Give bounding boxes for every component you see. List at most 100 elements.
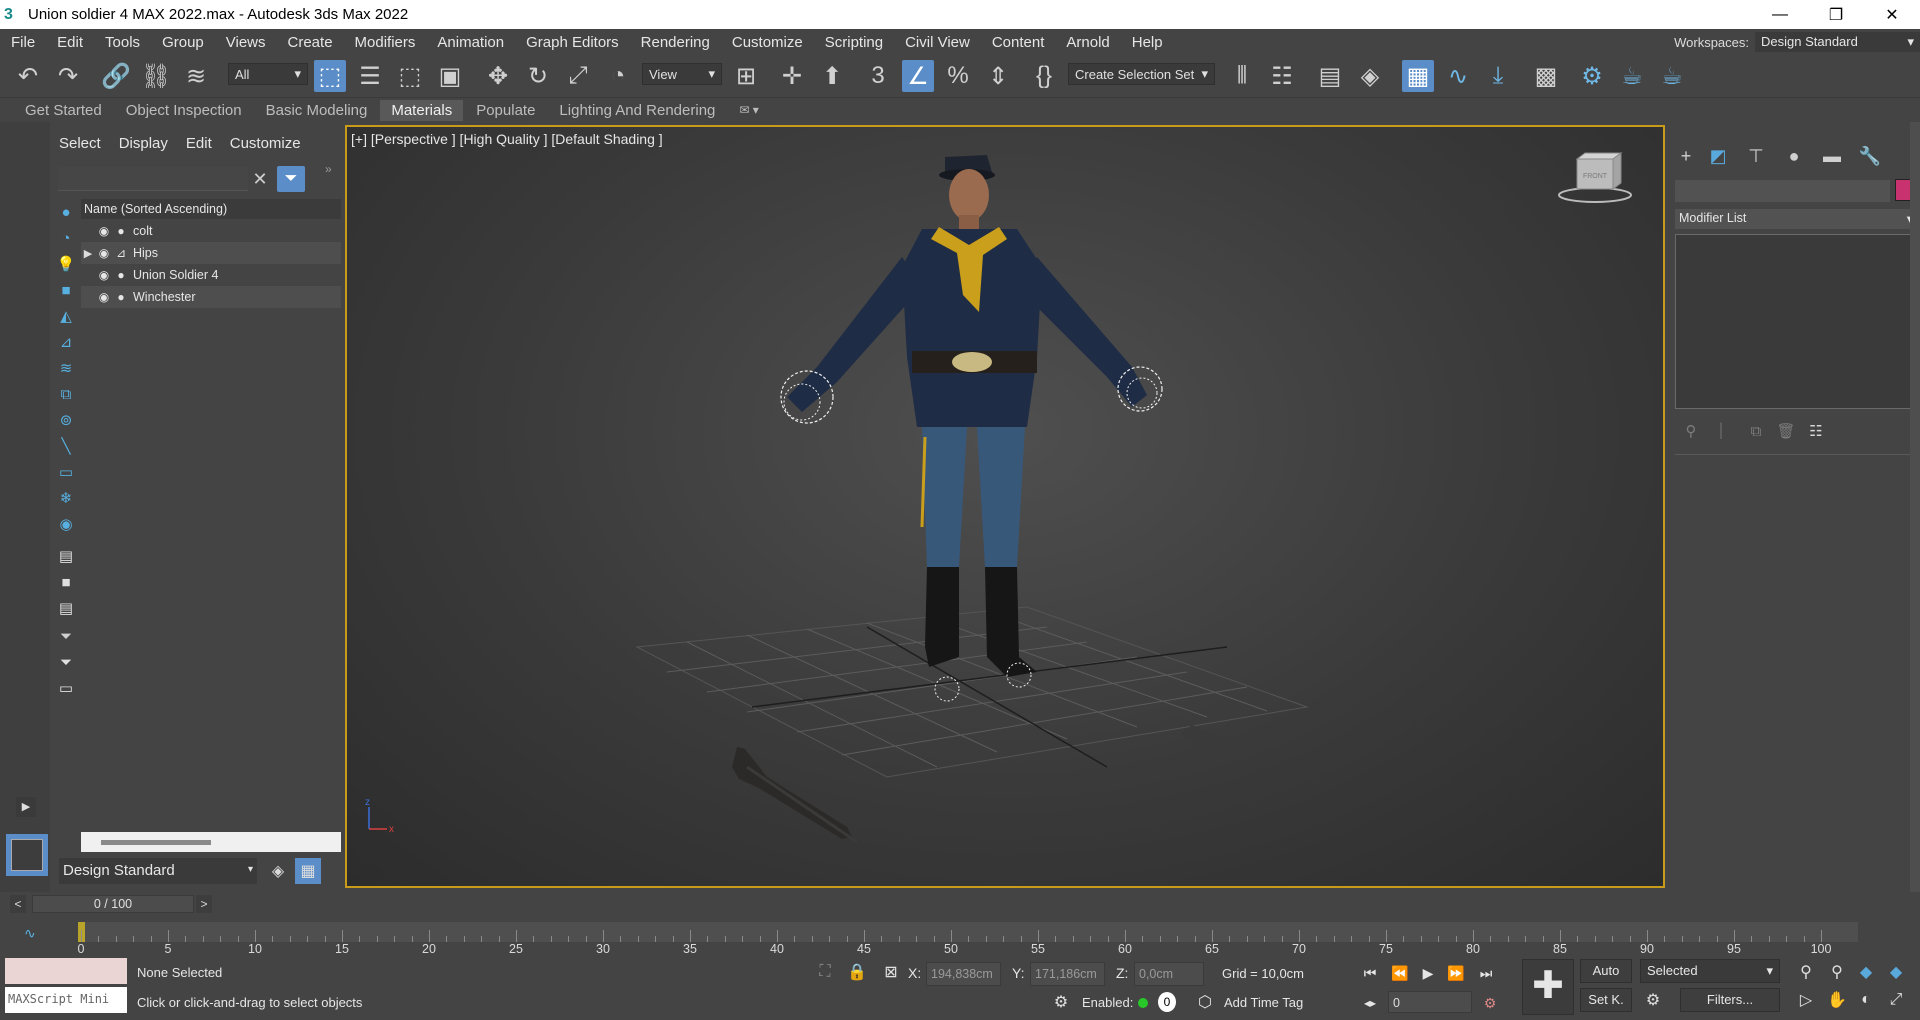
select-by-name-icon[interactable]: ☰ bbox=[354, 60, 386, 92]
keyboard-shortcut-override-icon[interactable]: ⬆ bbox=[816, 60, 848, 92]
maximize-viewport-icon[interactable]: ⤢ bbox=[1885, 989, 1907, 1011]
undo-icon[interactable]: ↶ bbox=[12, 60, 44, 92]
unlink-icon[interactable]: ⛓ bbox=[140, 60, 172, 92]
remove-modifier-icon[interactable]: 🗑 bbox=[1775, 420, 1797, 442]
display-bones-icon[interactable]: ⊿ bbox=[56, 332, 76, 352]
modifier-stack[interactable] bbox=[1675, 234, 1915, 409]
menu-tools[interactable]: Tools bbox=[94, 34, 151, 51]
menu-edit[interactable]: Edit bbox=[46, 34, 94, 51]
time-slider[interactable]: < 0 / 100 > bbox=[10, 893, 1665, 915]
display-spacewarps-icon[interactable]: ≋ bbox=[56, 358, 76, 378]
enabled-count-badge[interactable]: 0 bbox=[1158, 992, 1176, 1012]
tab-materials[interactable]: Materials bbox=[380, 99, 464, 121]
maxscript-output[interactable] bbox=[5, 958, 127, 984]
previous-key-icon[interactable]: ⏪ bbox=[1388, 961, 1412, 985]
set-key-icon[interactable]: ✚ bbox=[1522, 959, 1574, 1015]
make-unique-icon[interactable]: ⧉ bbox=[1745, 420, 1767, 442]
rotate-icon[interactable]: ↻ bbox=[522, 60, 554, 92]
modify-tab-icon[interactable]: ◩ bbox=[1702, 142, 1734, 170]
reference-coordinate-select[interactable]: View ▾ bbox=[642, 63, 722, 85]
absolute-mode-icon[interactable]: ⊠ bbox=[880, 961, 902, 983]
mirror-icon[interactable]: ⫴ bbox=[1226, 60, 1258, 92]
rectangular-selection-icon[interactable]: ⬚ bbox=[394, 60, 426, 92]
minimize-button[interactable]: — bbox=[1752, 0, 1808, 29]
menu-modifiers[interactable]: Modifiers bbox=[344, 34, 427, 51]
explorer-menu-customize[interactable]: Customize bbox=[221, 135, 310, 152]
next-key-icon[interactable]: ⏩ bbox=[1444, 961, 1468, 985]
render-setup-icon[interactable]: ⚙ bbox=[1576, 60, 1608, 92]
display-groups-icon[interactable]: ⧉ bbox=[56, 384, 76, 404]
sort-by-hierarchy-icon[interactable]: ▦ bbox=[295, 858, 321, 884]
edit-named-selection-icon[interactable]: {} bbox=[1028, 60, 1060, 92]
list-item[interactable]: ◉ ● Winchester bbox=[81, 286, 341, 308]
adaptive-degradation-icon[interactable]: ⚙ bbox=[1050, 991, 1072, 1013]
y-coordinate-field[interactable]: 171,186cm bbox=[1030, 962, 1105, 986]
visibility-eye-icon[interactable]: ◉ bbox=[95, 290, 113, 304]
hierarchy-tab-icon[interactable]: ⊤ bbox=[1740, 142, 1772, 170]
zoom-extents-icon[interactable]: ◆ bbox=[1855, 961, 1877, 983]
scale-icon[interactable]: ⤢ bbox=[562, 60, 594, 92]
curve-editor-icon[interactable]: ∿ bbox=[1442, 60, 1474, 92]
sort-by-layer-icon[interactable]: ◈ bbox=[265, 858, 291, 884]
curve-editor-toggle-icon[interactable]: ∿ bbox=[24, 925, 36, 942]
menu-help[interactable]: Help bbox=[1121, 34, 1174, 51]
select-object-icon[interactable]: ⬚ bbox=[314, 60, 346, 92]
select-funnel-icon[interactable]: ⏷ bbox=[56, 652, 76, 672]
display-lights-icon[interactable]: 💡 bbox=[56, 254, 76, 274]
show-end-result-icon[interactable]: ⏐ bbox=[1710, 420, 1732, 442]
key-filter-select[interactable]: Selected ▾ bbox=[1640, 959, 1780, 983]
menu-civil-view[interactable]: Civil View bbox=[894, 34, 981, 51]
rendered-frame-window-icon[interactable]: ☕ bbox=[1616, 60, 1648, 92]
perspective-viewport[interactable]: [+] [Perspective ] [High Quality ] [Defa… bbox=[345, 125, 1665, 888]
utilities-tab-icon[interactable]: 🔧 bbox=[1854, 142, 1886, 170]
zoom-extents-all-icon[interactable]: ◆ bbox=[1885, 961, 1907, 983]
display-helpers-icon[interactable]: ◭ bbox=[56, 306, 76, 326]
menu-scripting[interactable]: Scripting bbox=[814, 34, 894, 51]
display-none-icon[interactable]: ■ bbox=[56, 572, 76, 592]
display-frozen-icon[interactable]: ❄ bbox=[56, 488, 76, 508]
menu-rendering[interactable]: Rendering bbox=[630, 34, 721, 51]
menu-arnold[interactable]: Arnold bbox=[1055, 34, 1120, 51]
display-tab-icon[interactable]: ▬ bbox=[1816, 142, 1848, 170]
menu-content[interactable]: Content bbox=[981, 34, 1056, 51]
maxscript-input[interactable]: MAXScript Mini bbox=[5, 987, 127, 1013]
play-icon[interactable]: ▶ bbox=[1416, 961, 1440, 985]
scrollbar-thumb[interactable] bbox=[101, 840, 211, 845]
place-icon[interactable]: ◔ bbox=[602, 60, 634, 92]
angle-snap-icon[interactable]: ∠ bbox=[902, 60, 934, 92]
clear-search-icon[interactable]: ✕ bbox=[248, 167, 272, 191]
selection-filter-select[interactable]: All ▾ bbox=[228, 63, 308, 85]
motion-tab-icon[interactable]: ● bbox=[1778, 142, 1810, 170]
time-configuration-icon[interactable]: ⚙ bbox=[1478, 991, 1502, 1015]
close-button[interactable]: ✕ bbox=[1864, 0, 1920, 29]
display-shapes-icon[interactable]: ◔ bbox=[56, 228, 76, 248]
list-item[interactable]: ◉ ● Union Soldier 4 bbox=[81, 264, 341, 286]
tab-basic-modeling[interactable]: Basic Modeling bbox=[255, 100, 379, 121]
restore-button[interactable]: ❐ bbox=[1808, 0, 1864, 29]
pan-view-icon[interactable]: ✋ bbox=[1826, 989, 1848, 1011]
visibility-eye-icon[interactable]: ◉ bbox=[95, 268, 113, 282]
visibility-eye-icon[interactable]: ◉ bbox=[95, 224, 113, 238]
select-manipulate-icon[interactable]: ✛ bbox=[776, 60, 808, 92]
list-item[interactable]: ◉ ● colt bbox=[81, 220, 341, 242]
spinner-snap-icon[interactable]: ⇕ bbox=[982, 60, 1014, 92]
z-coordinate-field[interactable]: 0,0cm bbox=[1134, 962, 1204, 986]
filter-funnel-icon[interactable]: ⏷ bbox=[56, 626, 76, 646]
window-crossing-icon[interactable]: ▣ bbox=[434, 60, 466, 92]
next-frame-button[interactable]: > bbox=[196, 895, 212, 913]
invert-display-icon[interactable]: ▤ bbox=[56, 598, 76, 618]
selection-lock-icon[interactable]: 🔒 bbox=[846, 961, 868, 983]
viewcube[interactable]: FRONT bbox=[1555, 147, 1635, 207]
viewcube-icon[interactable]: FRONT bbox=[1555, 147, 1635, 207]
display-all-icon[interactable]: ▤ bbox=[56, 546, 76, 566]
expand-arrow-icon[interactable]: ▶ bbox=[81, 247, 95, 260]
tab-object-inspection[interactable]: Object Inspection bbox=[115, 100, 253, 121]
orbit-icon[interactable]: ◐ bbox=[1855, 989, 1877, 1011]
go-to-end-icon[interactable]: ⏭ bbox=[1474, 961, 1498, 985]
menu-create[interactable]: Create bbox=[277, 34, 344, 51]
workspaces-select[interactable]: Design Standard ▾ bbox=[1755, 32, 1920, 52]
display-bone-objects-icon[interactable]: ╲ bbox=[56, 436, 76, 456]
display-geometry-icon[interactable]: ● bbox=[56, 202, 76, 222]
link-icon[interactable]: 🔗 bbox=[100, 60, 132, 92]
material-editor-icon[interactable]: ▩ bbox=[1530, 60, 1562, 92]
